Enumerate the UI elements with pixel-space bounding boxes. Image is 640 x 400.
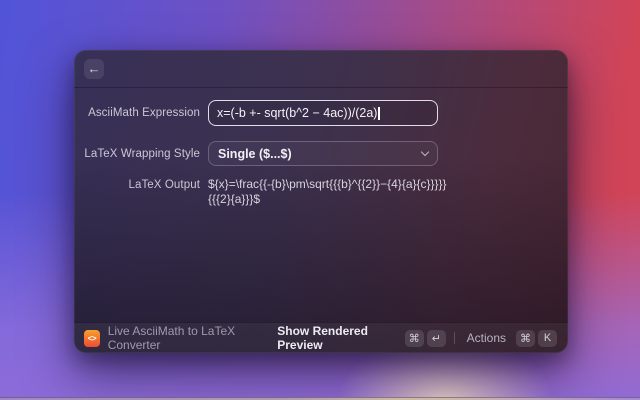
latex-output-line1: ${x}=\frac{{-{b}\pm\sqrt{{{b}^{{2}}−{4}{… (208, 177, 447, 191)
expression-label: AsciiMath Expression (88, 107, 200, 119)
expression-input-value: x=(-b +- sqrt(b^2 − 4ac))/(2a) (217, 106, 378, 120)
converter-form: AsciiMath Expression x=(-b +- sqrt(b^2 −… (74, 88, 568, 206)
cmd-key-badge: ⌘ (516, 329, 535, 347)
back-button[interactable]: ← (84, 58, 104, 79)
show-rendered-preview-button[interactable]: Show Rendered Preview (277, 324, 395, 352)
action-bar-right: Show Rendered Preview ⌘ ↵ Actions ⌘ K (277, 324, 557, 352)
wrapping-style-dropdown[interactable]: Single ($...$) (208, 141, 438, 166)
expression-row: AsciiMath Expression x=(-b +- sqrt(b^2 −… (74, 100, 568, 126)
code-brackets-glyph: <> (87, 333, 97, 343)
actions-button[interactable]: Actions (467, 331, 506, 345)
wrapping-style-row: LaTeX Wrapping Style Single ($...$) (74, 141, 568, 166)
latex-output-row: LaTeX Output ${x}=\frac{{-{b}\pm\sqrt{{{… (74, 177, 568, 206)
wrapping-style-label: LaTeX Wrapping Style (84, 147, 200, 160)
extension-icon: <> (84, 329, 100, 347)
raycast-window: ← AsciiMath Expression x=(-b +- sqrt(b^2… (74, 50, 568, 353)
expression-input[interactable]: x=(-b +- sqrt(b^2 − 4ac))/(2a) (208, 100, 438, 126)
back-arrow-icon: ← (87, 60, 101, 76)
latex-output-label: LaTeX Output (128, 179, 200, 191)
text-caret (378, 106, 380, 120)
shortcut-divider (453, 332, 455, 344)
enter-key-badge: ↵ (426, 329, 446, 347)
window-header: ← (74, 50, 568, 88)
latex-output-line2: {{{2}{a}}}$ (208, 191, 261, 206)
action-bar-left: <> Live AsciiMath to LaTeX Converter (84, 324, 277, 352)
latex-output-value: ${x}=\frac{{-{b}\pm\sqrt{{{b}^{{2}}−{4}{… (208, 177, 447, 206)
action-bar: <> Live AsciiMath to LaTeX Converter Sho… (74, 322, 568, 353)
wrapping-style-value: Single ($...$) (218, 146, 292, 161)
chevron-down-icon (420, 147, 430, 157)
k-key-badge: K (538, 329, 557, 347)
desktop-background: ← AsciiMath Expression x=(-b +- sqrt(b^2… (0, 0, 640, 400)
cmd-key-badge: ⌘ (404, 329, 424, 347)
extension-title: Live AsciiMath to LaTeX Converter (107, 324, 236, 352)
